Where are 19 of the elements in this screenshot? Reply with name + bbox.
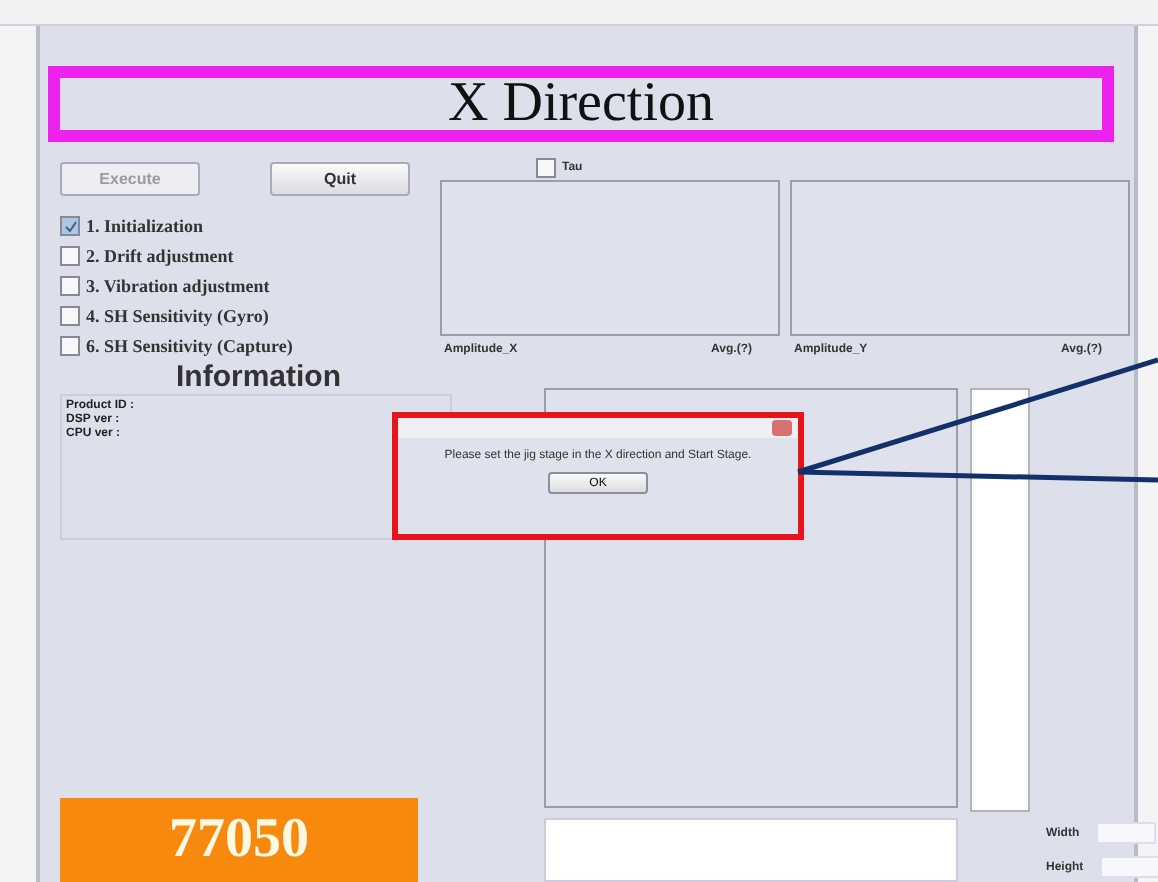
direction-heading: X Direction [48, 66, 1114, 142]
checkbox[interactable] [60, 246, 80, 266]
checkbox[interactable] [60, 216, 80, 236]
quit-button[interactable]: Quit [270, 162, 410, 196]
size-field[interactable] [1095, 822, 1156, 844]
checkbox[interactable] [60, 336, 80, 356]
step-label: 3. Vibration adjustment [86, 276, 270, 296]
step-label: 4. SH Sensitivity (Gyro) [86, 306, 269, 326]
close-icon[interactable] [772, 420, 792, 436]
counter-display: 77050 [60, 798, 418, 882]
tau-checkbox[interactable] [536, 158, 556, 178]
size-field[interactable] [1099, 856, 1158, 878]
step-label: 2. Drift adjustment [86, 246, 234, 266]
step-label: 6. SH Sensitivity (Capture) [86, 336, 293, 356]
information-title: Information [176, 360, 343, 394]
step-label: 1. Initialization [86, 216, 204, 236]
output-field[interactable] [544, 818, 958, 882]
checkbox[interactable] [60, 276, 80, 296]
checkbox[interactable] [60, 306, 80, 326]
